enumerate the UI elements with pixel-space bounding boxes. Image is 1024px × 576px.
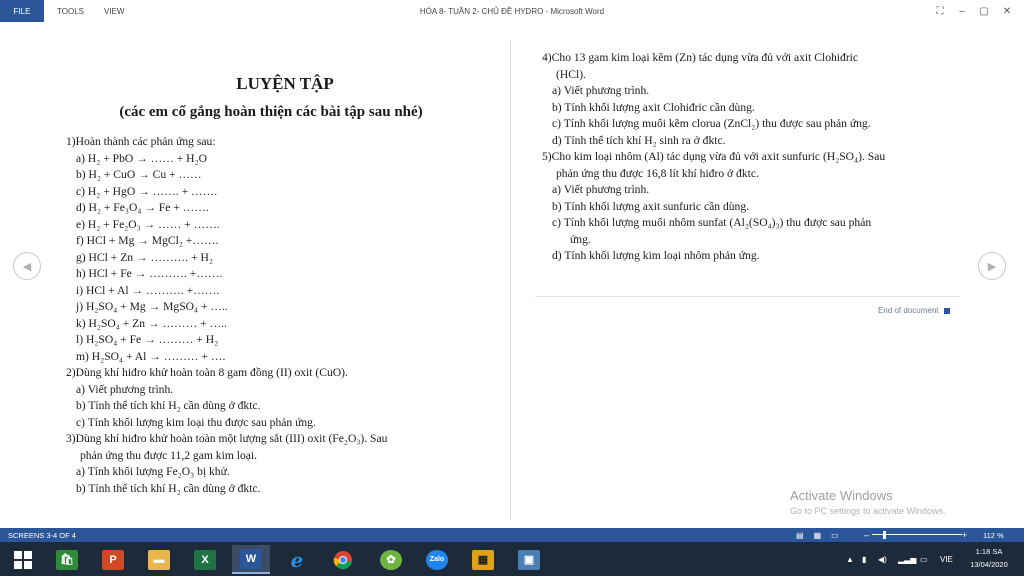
next-page-icon[interactable]: ▶ [978,252,1006,280]
question-5-item-cont: ứng. [570,232,591,246]
page-subtitle: (các em cố gắng hoàn thiện các bài tập s… [119,104,423,120]
activate-windows-subtitle: Go to PC settings to activate Windows. [790,506,946,516]
question-1-title: 1)Hoàn thành các phản ứng sau: [66,135,216,148]
zoom-slider-thumb[interactable] [882,531,886,539]
question-4-title: 4)Cho 13 gam kim loại kẽm (Zn) tác dụng … [542,51,859,64]
reaction-e: e) H₂ + Fe₂O₃ → …… + ……. [76,217,220,231]
reaction-j: j) H₂SO₄ + Mg → MgSO₄ + ….. [76,300,228,313]
end-of-document: End of document [878,306,951,315]
question-2-item: a) Viết phương trình. [76,382,174,396]
tab-file[interactable]: FILE [0,0,44,22]
reaction-b: b) H₂ + CuO → Cu + …… [76,168,202,181]
page-divider [510,40,511,520]
tab-view[interactable]: VIEW [104,0,124,22]
left-column: 1)Hoàn thành các phản ứng sau: a) H₂ + P… [66,134,506,497]
coccoc-icon[interactable]: ✿ [372,545,410,574]
web-layout-icon[interactable]: ▭ [831,531,839,540]
reaction-k: k) H₂SO₄ + Zn → ……… + ….. [76,316,227,330]
question-4-item: b) Tính khối lượng axit Clohiđric cần dù… [552,100,755,114]
question-3-item: a) Tính khối lượng Fe₂O₃ bị khử. [76,465,230,478]
end-marker-icon [944,307,951,314]
reaction-f: f) HCl + Mg → MgCl₂ +……. [76,234,219,247]
end-of-document-label: End of document [878,306,939,315]
volume-icon[interactable]: ◀) [878,542,887,576]
tray-expand-icon[interactable]: ▲ [846,542,854,576]
file-explorer-icon[interactable]: ▬ [140,545,178,574]
screens-indicator: SCREENS 3-4 OF 4 [8,530,76,540]
tab-tools[interactable]: TOOLS [57,0,84,22]
clock-date: 13/04/2020 [970,560,1008,569]
print-layout-icon[interactable]: ▦ [814,531,822,540]
question-3-item: b) Tính thể tích khí H₂ cần dùng ở đktc. [76,481,261,495]
question-4-item: d) Tính thể tích khí H₂ sinh ra ở đktc. [552,133,726,147]
question-4-title-cont: (HCl). [556,67,586,81]
question-2-item: b) Tính thể tích khí H₂ cần dùng ở đktc. [76,399,261,412]
question-5-title: 5)Cho kim loại nhôm (Al) tác dụng vừa đủ… [542,150,886,163]
clock[interactable]: 1:18 SA 13/04/2020 [960,545,1018,571]
window-title: HÓA 8- TUẦN 2- CHỦ ĐỀ HYDRO - Microsoft … [419,6,605,16]
question-4-item: a) Viết phương trình. [552,84,650,97]
internet-explorer-icon[interactable]: e [278,545,316,574]
activate-windows-title: Activate Windows [790,488,893,503]
reaction-h: h) HCl + Fe → ………. +……. [76,267,223,280]
store-icon[interactable]: 🛍 [48,545,86,574]
question-5-item: c) Tính khối lượng muối nhôm sunfat (Al₂… [552,216,872,229]
reaction-g: g) HCl + Zn → ………. + H₂ [76,250,213,264]
fullscreen-icon[interactable]: ⛶ [929,0,951,22]
reaction-l: l) H₂SO₄ + Fe → ……… + H₂ [76,333,219,346]
reaction-i: i) HCl + Al → ………. +……. [76,283,220,297]
question-5-title-cont: phản ứng thu được 16,8 lít khí hiđro ở đ… [556,166,759,180]
question-5-item: a) Viết phương trình. [552,183,650,196]
question-3-title: 3)Dùng khí hiđro khử hoàn toàn một lượng… [66,432,388,445]
status-bar: SCREENS 3-4 OF 4 ▤ ▦ ▭ – + 112 % [0,528,1024,542]
close-icon[interactable]: ✕ [996,0,1018,22]
chrome-icon[interactable] [324,545,362,574]
question-5-item: d) Tính khối lượng kim loại nhôm phản ứn… [552,249,760,262]
zalo-icon[interactable]: Zalo [418,545,456,574]
reaction-m: m) H₂SO₄ + Al → ……… + …. [76,349,226,363]
question-2-item: c) Tính khối lượng kim loại thu được sau… [76,415,316,429]
windows-start-icon[interactable] [4,545,42,574]
reaction-c: c) H₂ + HgO → ……. + ……. [76,184,218,198]
maximize-icon[interactable]: ▢ [973,0,995,22]
question-3-title-cont: phản ứng thu được 11,2 gam kim loại. [80,448,258,462]
clock-time: 1:18 SA [975,547,1003,556]
powerpoint-icon[interactable]: P [94,545,132,574]
reaction-a: a) H₂ + PbO → …… + H₂O [76,151,207,165]
question-4-item: c) Tính khối lượng muối kẽm clorua (ZnCl… [552,117,871,130]
zoom-out-icon[interactable]: – [864,528,869,542]
word-icon[interactable]: W [232,545,270,574]
reaction-d: d) H₂ + Fe₃O₄ → Fe + ……. [76,201,209,214]
page-title: LUYỆN TẬP [236,74,334,93]
read-mode-icon[interactable]: ▤ [796,531,804,540]
zoom-in-icon[interactable]: + [962,528,967,542]
video-editor-icon[interactable]: ▦ [464,545,502,574]
title-bar: FILE TOOLS VIEW HÓA 8- TUẦN 2- CHỦ ĐỀ HY… [0,0,1024,22]
question-5-item: b) Tính khối lượng axit sunfuric cần dùn… [552,199,750,213]
previous-page-icon[interactable]: ◀ [13,252,41,280]
battery-icon[interactable]: ▮ [862,542,866,576]
end-divider [535,296,959,297]
question-2-title: 2)Dùng khí hiđro khử hoàn toàn 8 gam đồn… [66,366,348,379]
network-icon[interactable]: ▂▃▅ [898,542,916,576]
taskbar: 🛍 P ▬ X W e ✿ Zalo ▦ ▣ [0,542,1024,576]
excel-icon[interactable]: X [186,545,224,574]
image-viewer-icon[interactable]: ▣ [510,545,548,574]
zoom-level[interactable]: 112 % [983,528,1004,542]
minimize-icon[interactable]: – [951,0,973,22]
action-center-icon[interactable]: ▭ [920,542,928,576]
language-indicator[interactable]: VIE [940,542,953,576]
right-column: 4)Cho 13 gam kim loại kẽm (Zn) tác dụng … [542,50,982,265]
